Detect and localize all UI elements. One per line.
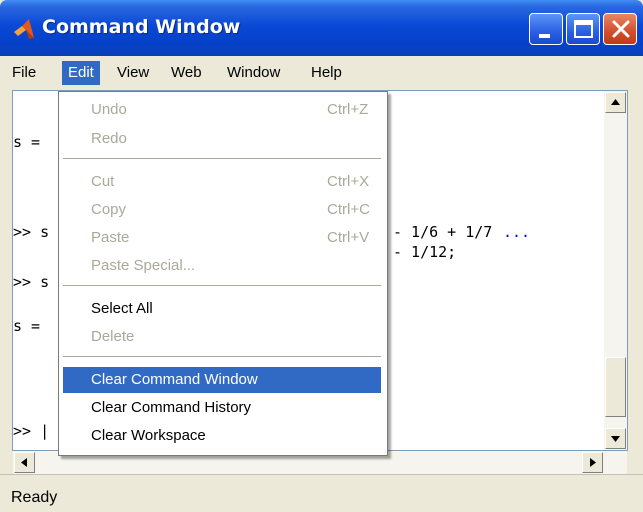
menu-item-cut[interactable]: Cut Ctrl+X bbox=[63, 169, 381, 195]
arrow-down-icon bbox=[611, 436, 620, 442]
menu-item-shortcut: Ctrl+V bbox=[327, 229, 370, 246]
menu-item-label: Undo bbox=[91, 101, 127, 118]
menu-item-label: Delete bbox=[91, 328, 135, 345]
menu-item-clear-command-history[interactable]: Clear Command History bbox=[63, 395, 381, 421]
code-fragment: - 1/6 + 1/7 bbox=[393, 223, 493, 241]
status-bar bbox=[0, 474, 643, 512]
menu-separator bbox=[63, 356, 381, 358]
menu-item-shortcut: Ctrl+C bbox=[327, 201, 370, 218]
matlab-logo-icon bbox=[14, 19, 34, 39]
menu-item-label: Redo bbox=[91, 130, 127, 147]
menu-item-label: Paste Special... bbox=[91, 257, 196, 274]
menu-item-paste[interactable]: Paste Ctrl+V bbox=[63, 225, 381, 251]
menu-item-redo[interactable]: Redo bbox=[63, 126, 381, 152]
vertical-scroll-thumb[interactable] bbox=[605, 357, 626, 417]
menu-file[interactable]: File bbox=[6, 61, 42, 85]
menu-window[interactable]: Window bbox=[221, 61, 286, 85]
scroll-up-button[interactable] bbox=[605, 92, 626, 113]
matlab-command-window: Command Window File Edit View Web Window… bbox=[0, 0, 643, 512]
menu-item-shortcut: Ctrl+Z bbox=[327, 101, 369, 118]
minimize-icon bbox=[539, 34, 550, 38]
scroll-right-button[interactable] bbox=[582, 452, 603, 473]
arrow-up-icon bbox=[611, 99, 620, 105]
arrow-right-icon bbox=[590, 458, 596, 467]
scroll-left-button[interactable] bbox=[14, 452, 35, 473]
window-title: Command Window bbox=[42, 16, 241, 38]
menu-view[interactable]: View bbox=[111, 61, 155, 85]
menu-item-label: Copy bbox=[91, 201, 127, 218]
code-fragment: - 1/12; bbox=[393, 243, 457, 261]
maximize-icon bbox=[574, 20, 593, 38]
continuation-ellipsis: ... bbox=[503, 223, 531, 241]
menu-item-label: Paste bbox=[91, 229, 130, 246]
menu-item-copy[interactable]: Copy Ctrl+C bbox=[63, 197, 381, 223]
prompt-line: >> s bbox=[13, 273, 50, 291]
menu-edit[interactable]: Edit bbox=[62, 61, 100, 85]
menu-item-label: Clear Command History bbox=[91, 399, 252, 416]
menu-item-clear-command-window[interactable]: Clear Command Window bbox=[63, 367, 381, 393]
close-button[interactable] bbox=[603, 13, 637, 45]
arrow-left-icon bbox=[21, 458, 27, 467]
menu-separator bbox=[63, 158, 381, 160]
menu-item-label: Clear Command Window bbox=[91, 371, 258, 388]
menu-item-shortcut: Ctrl+X bbox=[327, 173, 370, 190]
title-bar[interactable]: Command Window bbox=[0, 0, 643, 56]
output-line: s = bbox=[13, 133, 41, 151]
menu-item-label: Clear Workspace bbox=[91, 427, 206, 444]
minimize-button[interactable] bbox=[529, 13, 563, 45]
vertical-scrollbar[interactable] bbox=[604, 91, 627, 450]
menu-item-paste-special[interactable]: Paste Special... bbox=[63, 253, 381, 279]
status-text: Ready bbox=[11, 489, 58, 506]
menu-web[interactable]: Web bbox=[165, 61, 208, 85]
close-icon bbox=[612, 20, 630, 38]
edit-menu-dropdown: Undo Ctrl+Z Redo Cut Ctrl+X Copy Ctrl+C … bbox=[58, 91, 388, 456]
output-line: s = bbox=[13, 317, 41, 335]
menu-item-select-all[interactable]: Select All bbox=[63, 296, 381, 322]
scroll-down-button[interactable] bbox=[605, 428, 626, 449]
active-prompt[interactable]: >> | bbox=[13, 422, 49, 440]
menu-item-label: Select All bbox=[91, 300, 153, 317]
menu-item-clear-workspace[interactable]: Clear Workspace bbox=[63, 423, 381, 449]
menu-item-label: Cut bbox=[91, 173, 115, 190]
menu-separator bbox=[63, 285, 381, 287]
maximize-button[interactable] bbox=[566, 13, 600, 45]
menu-item-undo[interactable]: Undo Ctrl+Z bbox=[63, 97, 381, 123]
menu-item-delete[interactable]: Delete bbox=[63, 324, 381, 350]
prompt-line: >> s bbox=[13, 223, 50, 241]
menu-help[interactable]: Help bbox=[305, 61, 348, 85]
